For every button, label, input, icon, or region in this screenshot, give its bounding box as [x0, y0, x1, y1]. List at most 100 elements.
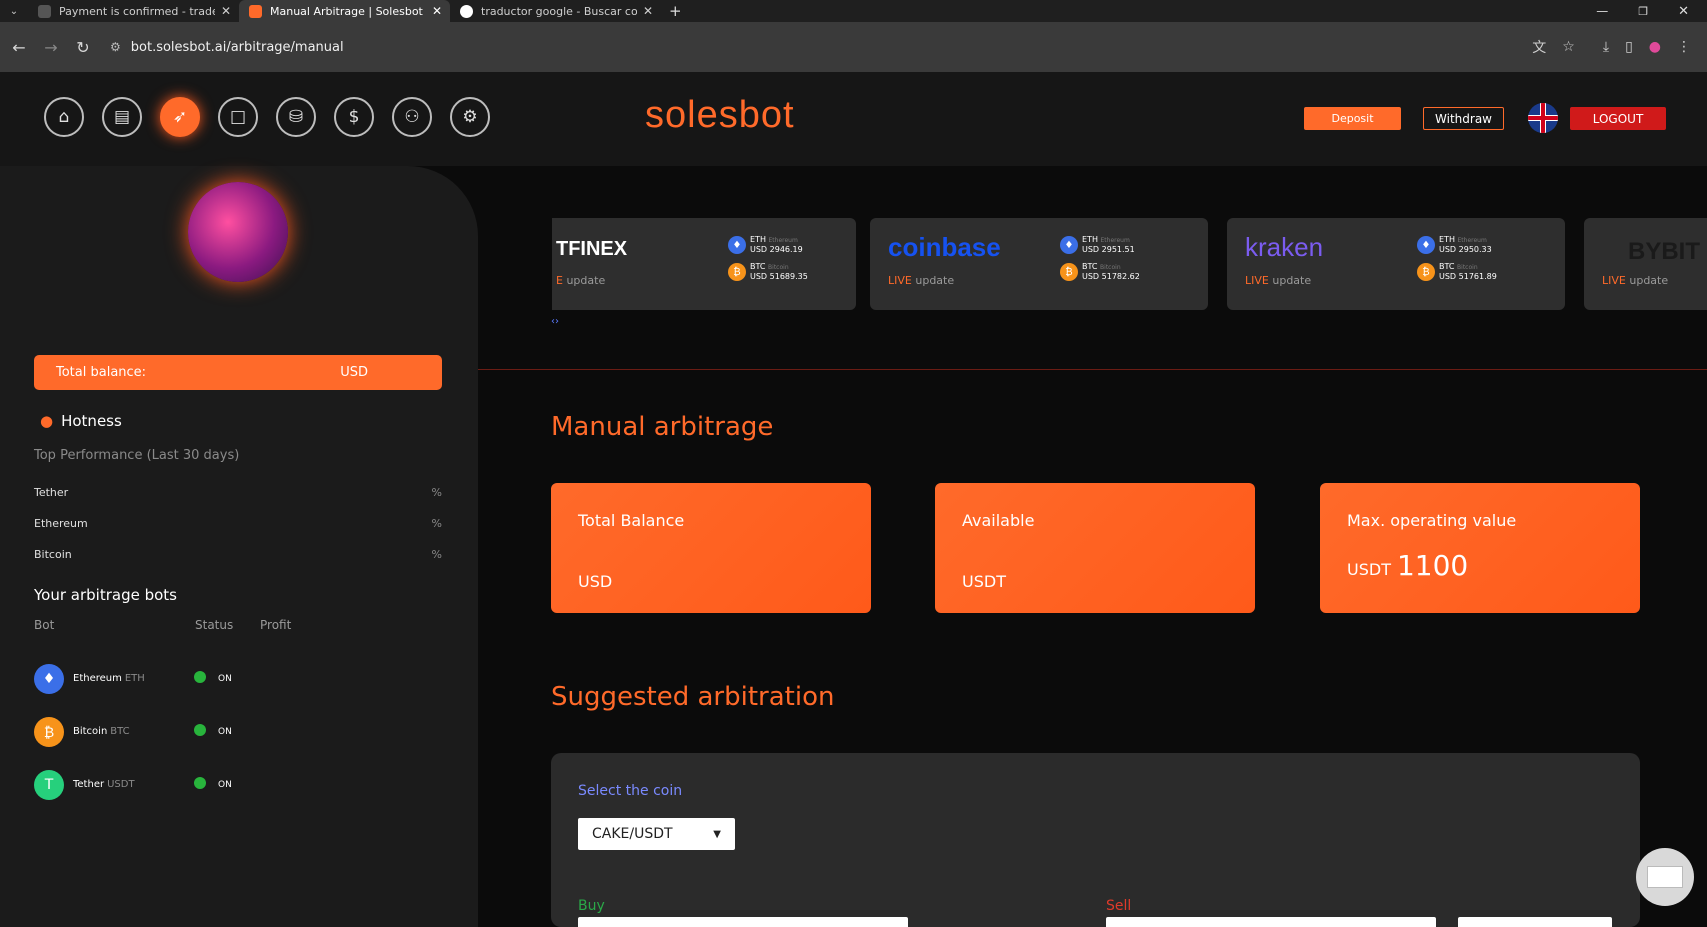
- bot-status: ON: [218, 780, 232, 790]
- bitcoin-icon: ₿: [728, 263, 746, 281]
- menu-icon[interactable]: ⋮: [1677, 39, 1691, 55]
- exchange-card: TFINEX E update ♦ ETH Ethereum USD 2946.1…: [552, 218, 856, 310]
- eth-price: ETH Ethereum USD 2951.51: [1082, 235, 1135, 254]
- coin-select[interactable]: CAKE/USDT ▼: [578, 818, 735, 850]
- stat-label: Max. operating value: [1347, 511, 1517, 530]
- exchange-live: LIVE update: [1245, 274, 1312, 287]
- bot-row[interactable]: ♦ Ethereum ETH ON: [34, 664, 334, 694]
- eth-price: ETH Ethereum USD 2950.33: [1439, 235, 1492, 254]
- browser-tab-bar: ⌄ Payment is confirmed - tradein ✕ Manua…: [0, 0, 1707, 22]
- minimize-icon[interactable]: —: [1596, 4, 1608, 18]
- deposit-button[interactable]: Deposit: [1304, 107, 1401, 130]
- performance-pct: %: [431, 517, 442, 530]
- performance-coin: Tether: [34, 486, 69, 499]
- browser-tab-active[interactable]: Manual Arbitrage | Solesbot ✕: [239, 0, 450, 22]
- exchange-name: coinbase: [888, 232, 1001, 262]
- exchange-card: coinbase LIVE update ♦ ETH Ethereum USD 2…: [870, 218, 1208, 310]
- close-tab-icon[interactable]: ✕: [432, 4, 442, 18]
- total-balance-label: Total balance:: [56, 365, 147, 380]
- app-page: ⌂ ▤ ➶ □ ⛁ $ ⚇ ⚙ solesbot Deposit Withdra…: [0, 72, 1707, 927]
- performance-pct: %: [431, 486, 442, 499]
- bot-status: ON: [218, 727, 232, 737]
- btc-price: BTC Bitcoin USD 51782.62: [1082, 262, 1140, 281]
- new-tab-icon[interactable]: +: [669, 2, 682, 20]
- add-user-icon[interactable]: ⚇: [392, 97, 432, 137]
- url-text: bot.solesbot.ai/arbitrage/manual: [130, 39, 344, 55]
- bot-row[interactable]: T Tether USDT ON: [34, 770, 334, 800]
- profile-avatar-icon[interactable]: ●: [1649, 39, 1661, 55]
- solesbot-logo[interactable]: solesbot: [645, 94, 795, 137]
- download-icon[interactable]: ⤓: [1603, 39, 1609, 55]
- select-coin-label: Select the coin: [578, 783, 683, 799]
- address-bar[interactable]: ⚙ bot.solesbot.ai/arbitrage/manual: [110, 40, 1532, 55]
- close-tab-icon[interactable]: ✕: [643, 4, 653, 18]
- exchange-live: LIVE update: [888, 274, 955, 287]
- app-header: ⌂ ▤ ➶ □ ⛁ $ ⚇ ⚙ solesbot Deposit Withdra…: [0, 72, 1707, 166]
- exchange-live: LIVE update: [1602, 274, 1669, 287]
- chart-icon[interactable]: ▤: [102, 97, 142, 137]
- bots-col-profit: Profit: [260, 618, 292, 632]
- stat-value: USD: [578, 572, 613, 591]
- tab-search-icon[interactable]: ⌄: [0, 6, 28, 17]
- amount-input[interactable]: [1458, 917, 1612, 927]
- browser-tab[interactable]: traductor google - Buscar con G ✕: [450, 0, 661, 22]
- mail-icon[interactable]: [1636, 848, 1694, 906]
- browser-toolbar: ← → ↻ ⚙ bot.solesbot.ai/arbitrage/manual…: [0, 22, 1707, 72]
- logout-button[interactable]: LOGOUT: [1570, 107, 1666, 130]
- buy-exchange-input[interactable]: [578, 917, 908, 927]
- bots-title: Your arbitrage bots: [34, 586, 177, 604]
- status-dot: [194, 671, 206, 683]
- square-icon[interactable]: □: [218, 97, 258, 137]
- browser-tab[interactable]: Payment is confirmed - tradein ✕: [28, 0, 239, 22]
- ethereum-icon: ♦: [34, 664, 64, 694]
- exchange-icon[interactable]: $: [334, 97, 374, 137]
- translate-icon[interactable]: 文: [1532, 37, 1546, 57]
- ethereum-icon: ♦: [1417, 236, 1435, 254]
- sidebar: Total balance: USD ● Hotness Top Perform…: [0, 166, 478, 927]
- carousel-arrow-icon[interactable]: ‹›: [551, 316, 559, 327]
- stat-label: Available: [962, 511, 1035, 530]
- exchange-carousel[interactable]: TFINEX E update ♦ ETH Ethereum USD 2946.1…: [552, 218, 1707, 312]
- home-icon[interactable]: ⌂: [44, 97, 84, 137]
- solesbot-favicon-icon: [249, 4, 262, 18]
- bot-name: Ethereum ETH: [73, 673, 145, 684]
- rocket-icon[interactable]: ➶: [160, 97, 200, 137]
- tether-icon: T: [34, 770, 64, 800]
- bots-col-status: Status: [195, 618, 234, 632]
- page-title: Manual arbitrage: [551, 412, 774, 442]
- close-window-icon[interactable]: ✕: [1678, 4, 1689, 19]
- bot-row[interactable]: ₿ Bitcoin BTC ON: [34, 717, 334, 747]
- reload-icon[interactable]: ↻: [70, 38, 96, 57]
- hotness-title: Hotness: [61, 412, 122, 430]
- status-dot: [194, 724, 206, 736]
- main-nav: ⌂ ▤ ➶ □ ⛁ $ ⚇ ⚙: [44, 97, 508, 137]
- tab-title: Payment is confirmed - tradein: [59, 4, 215, 18]
- user-avatar[interactable]: [188, 182, 288, 282]
- exchange-name: TFINEX: [556, 238, 628, 260]
- back-icon[interactable]: ←: [6, 38, 32, 57]
- total-balance-currency: USD: [340, 365, 368, 380]
- site-info-icon[interactable]: ⚙: [110, 40, 121, 54]
- side-panel-icon[interactable]: ▯: [1625, 39, 1633, 55]
- settings-icon[interactable]: ⚙: [450, 97, 490, 137]
- restore-icon[interactable]: ❐: [1638, 5, 1648, 18]
- forward-icon[interactable]: →: [38, 38, 64, 57]
- total-balance-bar: Total balance: USD: [34, 355, 442, 390]
- coin-select-value: CAKE/USDT: [592, 826, 673, 842]
- stat-label: Total Balance: [578, 511, 685, 530]
- btc-price: BTC Bitcoin USD 51761.89: [1439, 262, 1497, 281]
- coins-icon[interactable]: ⛁: [276, 97, 316, 137]
- bitcoin-icon: ₿: [34, 717, 64, 747]
- uk-flag-icon[interactable]: [1528, 103, 1558, 133]
- bot-name: Bitcoin BTC: [73, 726, 130, 737]
- screen: ⌄ Payment is confirmed - tradein ✕ Manua…: [0, 0, 1707, 927]
- close-tab-icon[interactable]: ✕: [221, 4, 231, 18]
- bookmark-star-icon[interactable]: ☆: [1562, 39, 1575, 55]
- sell-exchange-input[interactable]: [1106, 917, 1436, 927]
- bitcoin-icon: ₿: [1417, 263, 1435, 281]
- withdraw-button[interactable]: Withdraw: [1423, 107, 1504, 130]
- exchange-name: BYBIT: [1628, 238, 1700, 265]
- stat-card-total-balance: Total Balance USD: [551, 483, 871, 613]
- hotness-subtitle: Top Performance (Last 30 days): [34, 448, 240, 463]
- performance-pct: %: [431, 548, 442, 561]
